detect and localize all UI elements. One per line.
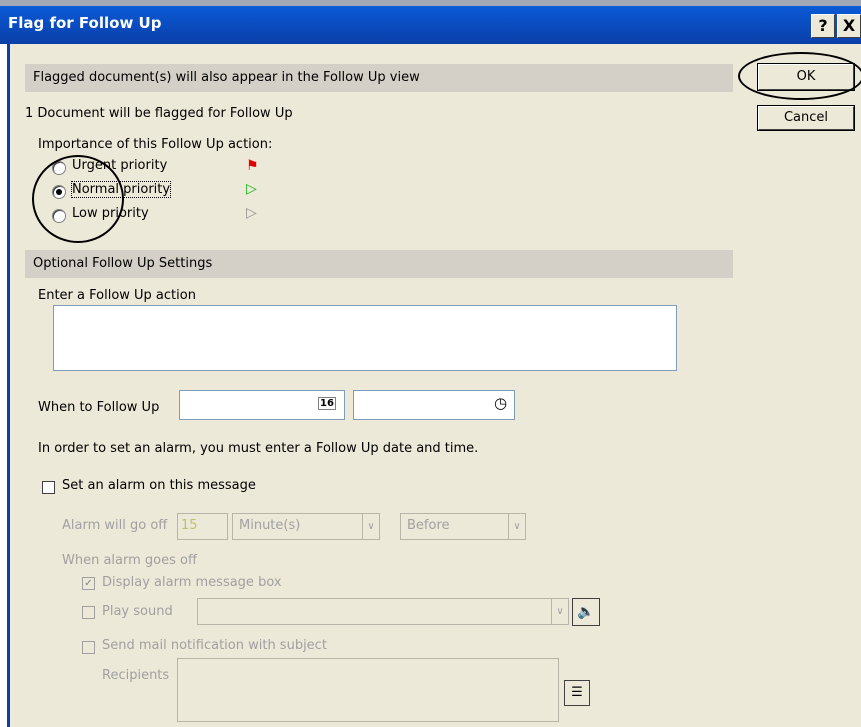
play-sound-label: Play sound — [102, 604, 173, 619]
play-sound-select: ∨ — [197, 598, 569, 625]
when-alarm-goes-off-label: When alarm goes off — [62, 553, 197, 568]
normal-flag-icon: ▷ — [246, 181, 257, 197]
speaker-icon: 🔈 — [572, 598, 600, 626]
alarm-unit-select: Minute(s) ∨ — [232, 513, 380, 540]
importance-label: Importance of this Follow Up action: — [38, 137, 273, 152]
alarm-unit-dropdown-icon: ∨ — [362, 514, 379, 539]
close-button[interactable]: X — [837, 14, 861, 38]
send-mail-label: Send mail notification with subject — [102, 638, 327, 653]
window-title: Flag for Follow Up — [8, 14, 162, 32]
help-button[interactable]: ? — [811, 14, 835, 38]
when-follow-up-label: When to Follow Up — [38, 400, 160, 415]
alarm-unit-value: Minute(s) — [239, 518, 301, 533]
send-mail-checkbox — [82, 641, 95, 654]
follow-up-action-input[interactable] — [53, 305, 677, 371]
recipients-label: Recipients — [102, 668, 170, 683]
urgent-flag-icon: ⚑ — [246, 158, 259, 174]
alarm-relation-value: Before — [407, 518, 450, 533]
set-alarm-checkbox[interactable] — [42, 481, 55, 494]
cancel-button[interactable]: Cancel — [757, 105, 855, 131]
recipients-input — [177, 658, 559, 722]
ok-highlight-ring — [738, 52, 861, 100]
alarm-relation-dropdown-icon: ∨ — [508, 514, 525, 539]
doc-count-text: 1 Document will be flagged for Follow Up — [25, 106, 293, 121]
play-sound-checkbox — [82, 606, 95, 619]
alarm-relation-select: Before ∨ — [400, 513, 526, 540]
priority-highlight-ring — [32, 155, 124, 243]
alarm-amount-value: 15 — [181, 518, 198, 533]
set-alarm-label[interactable]: Set an alarm on this message — [62, 478, 256, 493]
display-alarm-label: Display alarm message box — [102, 575, 282, 590]
alarm-amount-input: 15 — [177, 513, 228, 540]
follow-up-time-input[interactable] — [353, 390, 515, 420]
optional-settings-bar: Optional Follow Up Settings — [25, 250, 733, 278]
play-sound-dropdown-icon: ∨ — [551, 599, 568, 624]
follow-up-action-label: Enter a Follow Up action — [38, 288, 196, 303]
clock-icon[interactable]: ◷ — [494, 394, 507, 412]
low-flag-icon: ▷ — [246, 205, 257, 221]
address-book-icon: ☰ — [564, 680, 590, 706]
display-alarm-checkbox: ✓ — [82, 577, 95, 590]
alarm-go-off-label: Alarm will go off — [62, 518, 168, 533]
calendar-icon[interactable]: 16 — [318, 397, 336, 410]
alarm-note: In order to set an alarm, you must enter… — [38, 441, 479, 456]
header-bar: Flagged document(s) will also appear in … — [25, 64, 733, 92]
